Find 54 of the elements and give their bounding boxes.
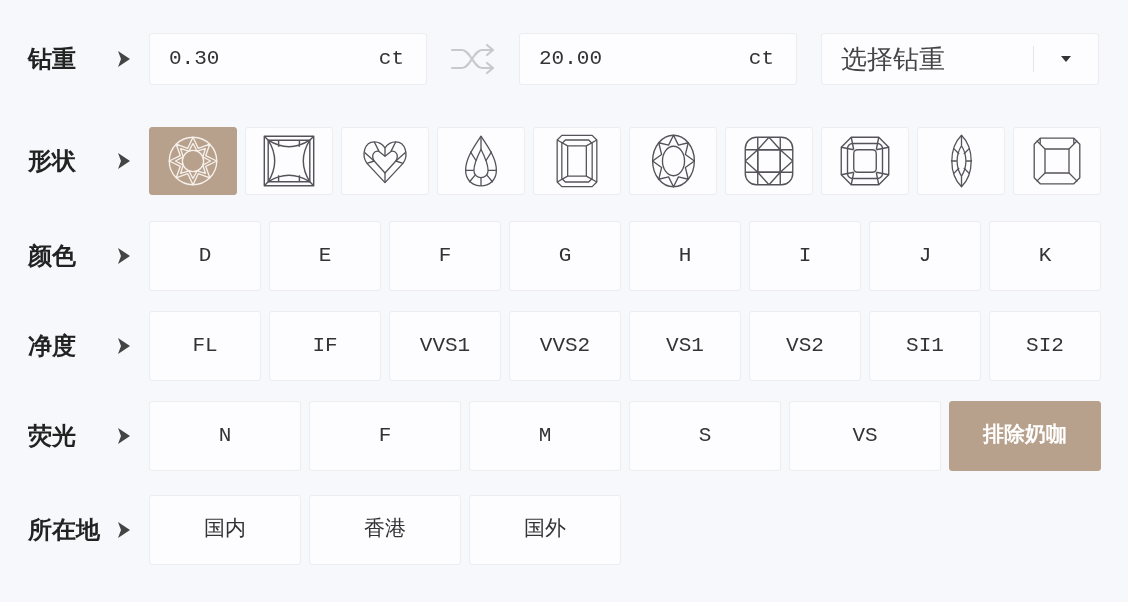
carat-select[interactable]: 选择钻重 bbox=[821, 33, 1099, 85]
caret-right-icon bbox=[118, 51, 130, 67]
round-gem-icon bbox=[168, 136, 218, 186]
row-label: 钻重 bbox=[28, 47, 76, 71]
fluorescence-option[interactable]: F bbox=[309, 401, 461, 471]
pear-gem-icon bbox=[463, 135, 499, 187]
row-label: 荧光 bbox=[28, 424, 76, 448]
row-label: 所在地 bbox=[28, 518, 100, 542]
location-option[interactable]: 国内 bbox=[149, 495, 301, 565]
cushion-gem-icon bbox=[744, 136, 794, 186]
row-label: 形状 bbox=[28, 149, 76, 173]
location-option[interactable]: 香港 bbox=[309, 495, 461, 565]
row-label: 颜色 bbox=[28, 244, 76, 268]
unit-label: ct bbox=[748, 46, 774, 73]
color-option[interactable]: H bbox=[629, 221, 741, 291]
color-option[interactable]: J bbox=[869, 221, 981, 291]
clarity-option[interactable]: VS2 bbox=[749, 311, 861, 381]
fluorescence-option[interactable]: VS bbox=[789, 401, 941, 471]
caret-right-icon bbox=[118, 428, 130, 444]
color-option[interactable]: D bbox=[149, 221, 261, 291]
fluorescence-option[interactable]: M bbox=[469, 401, 621, 471]
color-option[interactable]: F bbox=[389, 221, 501, 291]
carat-value: 0.30 bbox=[169, 46, 220, 73]
caret-right-icon bbox=[118, 522, 130, 538]
color-option[interactable]: E bbox=[269, 221, 381, 291]
caret-right-icon bbox=[118, 248, 130, 264]
min-carat-field[interactable]: 0.30 ct bbox=[149, 33, 427, 85]
clarity-option[interactable]: VVS1 bbox=[389, 311, 501, 381]
max-carat-field[interactable]: 20.00 ct bbox=[519, 33, 797, 85]
unit-label: ct bbox=[378, 46, 404, 73]
shuffle-icon bbox=[450, 43, 496, 75]
cut-corner-square-gem-icon bbox=[1033, 137, 1081, 185]
clarity-option[interactable]: SI1 bbox=[869, 311, 981, 381]
row-label: 净度 bbox=[28, 334, 76, 358]
location-option[interactable]: 国外 bbox=[469, 495, 621, 565]
color-option[interactable]: G bbox=[509, 221, 621, 291]
square-gem-icon bbox=[263, 135, 315, 187]
clarity-option[interactable]: SI2 bbox=[989, 311, 1101, 381]
color-option[interactable]: I bbox=[749, 221, 861, 291]
clarity-option[interactable]: FL bbox=[149, 311, 261, 381]
clarity-option[interactable]: IF bbox=[269, 311, 381, 381]
rectangle-gem-icon bbox=[556, 134, 598, 188]
clarity-option[interactable]: VS1 bbox=[629, 311, 741, 381]
heart-gem-icon bbox=[361, 138, 409, 184]
carat-value: 20.00 bbox=[539, 46, 602, 73]
clarity-option[interactable]: VVS2 bbox=[509, 311, 621, 381]
oval-gem-icon bbox=[650, 134, 696, 188]
fluorescence-option[interactable]: S bbox=[629, 401, 781, 471]
caret-right-icon bbox=[118, 153, 130, 169]
caret-right-icon bbox=[118, 338, 130, 354]
octagon-gem-icon bbox=[840, 136, 890, 186]
color-option[interactable]: K bbox=[989, 221, 1101, 291]
fluorescence-option[interactable]: N bbox=[149, 401, 301, 471]
caret-down-icon bbox=[1061, 56, 1071, 62]
